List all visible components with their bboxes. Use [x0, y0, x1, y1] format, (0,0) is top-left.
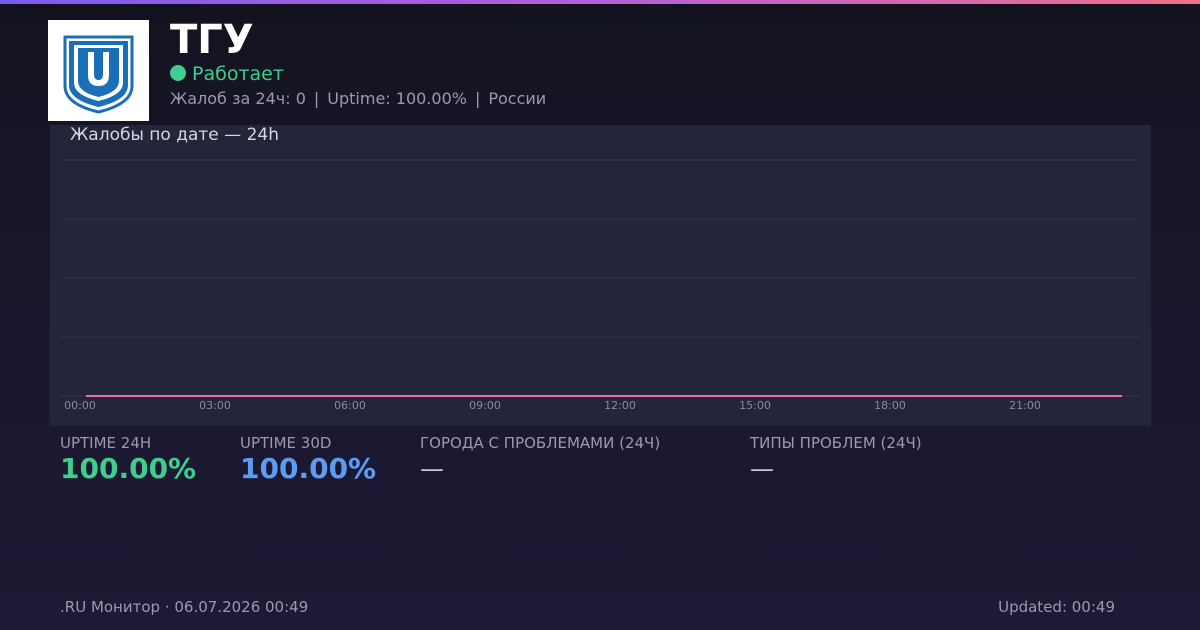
meta-line: Жалоб за 24ч: 0 | Uptime: 100.00% | России — [170, 89, 546, 109]
stat-uptime-24h: UPTIME 24H 100.00% — [60, 434, 196, 486]
status-indicator: Работает — [170, 62, 284, 86]
university-logo — [48, 20, 149, 121]
x-tick-label: 21:00 — [1009, 399, 1041, 412]
uptime-summary: Uptime: 100.00% — [327, 89, 467, 108]
complaints-count: Жалоб за 24ч: 0 — [170, 89, 306, 108]
top-accent-bar — [0, 0, 1200, 4]
chart-canvas: 00:00 03:00 06:00 09:00 12:00 15:00 18:00 21:00 — [60, 159, 1140, 412]
footer-updated: Updated: 00:49 — [998, 598, 1115, 616]
stat-label: UPTIME 24H — [60, 434, 152, 452]
region-label: России — [488, 89, 547, 108]
x-tick-label: 03:00 — [199, 399, 231, 412]
stat-uptime-30d: UPTIME 30D 100.00% — [240, 434, 376, 486]
stat-label: ГОРОДА С ПРОБЛЕМАМИ (24Ч) — [420, 434, 661, 452]
status-text: Работает — [192, 63, 284, 85]
stat-value: 100.00% — [240, 452, 377, 485]
stat-problem-cities: ГОРОДА С ПРОБЛЕМАМИ (24Ч) — — [420, 434, 660, 486]
university-shield-logo-icon — [63, 35, 134, 114]
x-tick-label: 18:00 — [874, 399, 906, 412]
x-tick-label: 12:00 — [604, 399, 636, 412]
footer-brand: .RU Монитор · 06.07.2026 00:49 — [60, 598, 309, 616]
stat-problem-types: ТИПЫ ПРОБЛЕМ (24Ч) — — [750, 434, 922, 486]
x-tick-label: 00:00 — [64, 399, 96, 412]
status-dot-icon — [170, 65, 186, 81]
complaints-chart: 00:00 03:00 06:00 09:00 12:00 15:00 18:00 21:00… — [50, 125, 1151, 426]
stat-label: ТИПЫ ПРОБЛЕМ (24Ч) — [750, 434, 922, 452]
stat-value: 100.00% — [60, 452, 197, 485]
x-tick-label: 06:00 — [334, 399, 366, 412]
stat-value: — — [750, 455, 774, 483]
stat-label: UPTIME 30D — [240, 434, 332, 452]
stat-value: — — [420, 455, 444, 483]
meta-separator: | — [313, 89, 320, 108]
meta-separator: | — [474, 89, 481, 108]
x-tick-label: 15:00 — [739, 399, 771, 412]
chart-title: Жалобы по дате — 24h — [70, 125, 279, 145]
page-title: ТГУ — [170, 17, 254, 63]
x-tick-label: 09:00 — [469, 399, 501, 412]
